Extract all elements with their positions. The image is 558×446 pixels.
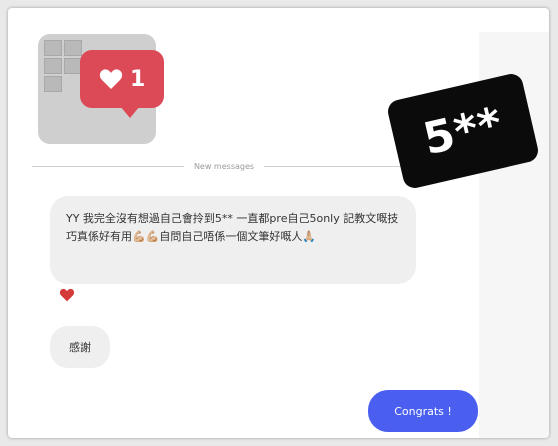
thumbnail-tile — [64, 40, 82, 56]
heart-icon — [99, 69, 123, 89]
like-count: 1 — [130, 66, 146, 92]
chat-window: 1 New messages 5** YY 我完全沒有想過自己會拎到5** 一直… — [8, 8, 549, 438]
outgoing-message-bubble[interactable]: Congrats ! — [368, 390, 478, 432]
thumbnail-tile — [44, 76, 62, 92]
incoming-message-bubble[interactable]: YY 我完全沒有想過自己會拎到5** 一直都pre自己5only 記教文嘅技巧真… — [50, 196, 416, 284]
divider-label: New messages — [193, 161, 255, 171]
new-messages-divider: New messages — [32, 159, 416, 173]
thumbnail-tile — [44, 40, 62, 56]
divider-line — [264, 165, 416, 167]
heart-reaction-icon[interactable] — [58, 288, 76, 302]
badge-tail — [120, 106, 140, 118]
like-notification-badge: 1 — [80, 50, 164, 118]
divider-line — [32, 165, 184, 167]
incoming-message-bubble[interactable]: 感謝 — [50, 326, 110, 368]
thumbnail-tile — [44, 58, 62, 74]
